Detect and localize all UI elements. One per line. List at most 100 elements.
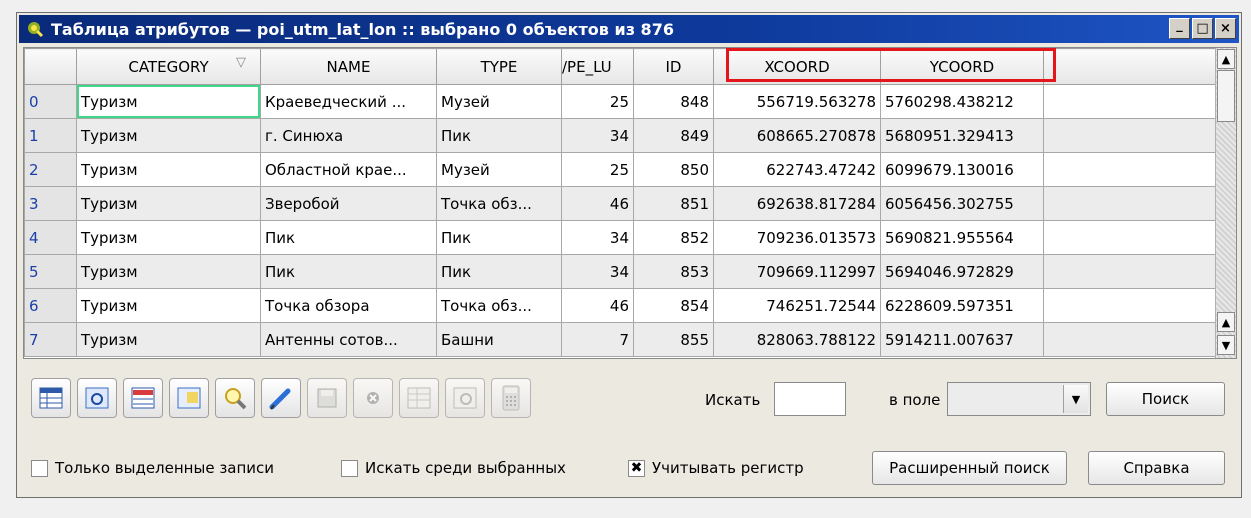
cell-name[interactable]: Областной крае... [260, 152, 437, 187]
cell-xcoord[interactable]: 608665.270878 [713, 118, 881, 153]
cell-type-lu[interactable]: 46 [561, 186, 634, 221]
cell-ycoord[interactable]: 5690821.955564 [880, 220, 1044, 255]
delete-features-button[interactable] [353, 378, 393, 418]
only-selected-checkbox[interactable]: Только выделенные записи [31, 459, 274, 477]
toggle-editing-button[interactable] [261, 378, 301, 418]
cell-id[interactable]: 853 [633, 254, 714, 289]
cell-ycoord[interactable]: 5694046.972829 [880, 254, 1044, 289]
cell-category[interactable]: Туризм [76, 220, 261, 255]
column-header-type[interactable]: TYPE [436, 48, 562, 85]
cell-xcoord[interactable]: 622743.47242 [713, 152, 881, 187]
move-selection-top-button[interactable] [123, 378, 163, 418]
cell-category[interactable]: Туризм [76, 254, 261, 289]
cell-name[interactable]: г. Синюха [260, 118, 437, 153]
cell-xcoord[interactable]: 556719.563278 [713, 84, 881, 119]
scroll-up-button[interactable]: ▲ [1217, 49, 1235, 69]
row-header[interactable]: 4 [24, 220, 77, 255]
cell-type[interactable]: Пик [436, 220, 562, 255]
zoom-map-button[interactable] [215, 378, 255, 418]
invert-selection-button[interactable] [169, 378, 209, 418]
column-header-type-lu[interactable]: /PE_LU [561, 48, 634, 85]
cell-xcoord[interactable]: 709236.013573 [713, 220, 881, 255]
cell-xcoord[interactable]: 746251.72544 [713, 288, 881, 323]
search-input[interactable] [774, 382, 846, 416]
cell-type[interactable]: Пик [436, 118, 562, 153]
cell-category[interactable]: Туризм [76, 118, 261, 153]
help-button[interactable]: Справка [1088, 451, 1225, 485]
cell-name[interactable]: Точка обзора [260, 288, 437, 323]
cell-ycoord[interactable]: 5914211.007637 [880, 322, 1044, 357]
maximize-button[interactable]: □ [1192, 18, 1213, 39]
row-header[interactable]: 1 [24, 118, 77, 153]
save-edits-button[interactable] [307, 378, 347, 418]
case-sensitive-checkbox[interactable]: ✖ Учитывать регистр [628, 459, 804, 477]
cell-id[interactable]: 849 [633, 118, 714, 153]
case-sensitive-box[interactable]: ✖ [628, 459, 645, 477]
table-row[interactable]: 3 Туризм Зверобой Точка обз... 46 851 692638.8… [24, 186, 1216, 221]
table-row[interactable]: 4 Туризм Пик Пик 34 852 709236.013573 5690821.9… [24, 220, 1216, 255]
cell-ycoord[interactable]: 5680951.329413 [880, 118, 1044, 153]
cell-type[interactable]: Музей [436, 84, 562, 119]
row-header[interactable]: 6 [24, 288, 77, 323]
scroll-up-button-lower[interactable]: ▲ [1217, 312, 1235, 332]
cell-category[interactable]: Туризм [76, 84, 261, 119]
vertical-scrollbar[interactable]: ▲ ▲ ▼ [1215, 48, 1236, 358]
table-row[interactable]: 6 Туризм Точка обзора Точка обз... 46 854 7462… [24, 288, 1216, 323]
column-header-xcoord[interactable]: XCOORD [713, 48, 881, 85]
search-selected-box[interactable] [341, 459, 358, 477]
cell-ycoord[interactable]: 6228609.597351 [880, 288, 1044, 323]
cell-ycoord[interactable]: 6099679.130016 [880, 152, 1044, 187]
zoom-to-selection-button[interactable] [77, 378, 117, 418]
cell-name[interactable]: Пик [260, 254, 437, 289]
cell-type-lu[interactable]: 34 [561, 254, 634, 289]
row-header[interactable]: 5 [24, 254, 77, 289]
cell-category[interactable]: Туризм [76, 186, 261, 221]
column-header-id[interactable]: ID [633, 48, 714, 85]
cell-type-lu[interactable]: 34 [561, 220, 634, 255]
corner-header[interactable] [24, 48, 77, 85]
attribute-table[interactable]: CATEGORY ▽ NAME TYPE /PE_LU ID XCOORD YCO… [23, 47, 1237, 359]
delete-column-button[interactable] [445, 378, 485, 418]
cell-name[interactable]: Краеведческий ... [260, 84, 437, 119]
cell-type-lu[interactable]: 46 [561, 288, 634, 323]
scroll-down-button[interactable]: ▼ [1217, 335, 1235, 355]
table-row[interactable]: 7 Туризм Антенны сотов... Башни 7 855 828063.7… [24, 322, 1216, 357]
row-header[interactable]: 7 [24, 322, 77, 357]
table-row[interactable]: 2 Туризм Областной крае... Музей 25 850 622743… [24, 152, 1216, 187]
close-button[interactable]: × [1215, 18, 1236, 39]
row-header[interactable]: 3 [24, 186, 77, 221]
cell-xcoord[interactable]: 709669.112997 [713, 254, 881, 289]
cell-id[interactable]: 852 [633, 220, 714, 255]
table-row[interactable]: 0 Туризм Краеведческий ... Музей 25 848 556719… [24, 84, 1216, 119]
cell-id[interactable]: 850 [633, 152, 714, 187]
cell-type[interactable]: Музей [436, 152, 562, 187]
table-row[interactable]: 1 Туризм г. Синюха Пик 34 849 608665.270878 568… [24, 118, 1216, 153]
field-select[interactable]: ▼ [947, 382, 1091, 416]
cell-type[interactable]: Точка обз... [436, 186, 562, 221]
cell-id[interactable]: 851 [633, 186, 714, 221]
cell-name[interactable]: Пик [260, 220, 437, 255]
column-header-ycoord[interactable]: YCOORD [880, 48, 1044, 85]
cell-type-lu[interactable]: 25 [561, 152, 634, 187]
cell-name[interactable]: Антенны сотов... [260, 322, 437, 357]
row-header[interactable]: 2 [24, 152, 77, 187]
cell-ycoord[interactable]: 5760298.438212 [880, 84, 1044, 119]
search-button[interactable]: Поиск [1106, 382, 1225, 416]
row-header[interactable]: 0 [24, 84, 77, 119]
cell-type-lu[interactable]: 34 [561, 118, 634, 153]
field-calculator-button[interactable] [491, 378, 531, 418]
cell-category[interactable]: Туризм [76, 288, 261, 323]
show-table-button[interactable] [31, 378, 71, 418]
cell-type-lu[interactable]: 7 [561, 322, 634, 357]
cell-name[interactable]: Зверобой [260, 186, 437, 221]
table-row[interactable]: 5 Туризм Пик Пик 34 853 709669.112997 5694046.9… [24, 254, 1216, 289]
new-column-button[interactable] [399, 378, 439, 418]
advanced-search-button[interactable]: Расширенный поиск [872, 451, 1067, 485]
cell-id[interactable]: 855 [633, 322, 714, 357]
cell-id[interactable]: 854 [633, 288, 714, 323]
cell-type[interactable]: Пик [436, 254, 562, 289]
cell-type[interactable]: Башни [436, 322, 562, 357]
cell-type[interactable]: Точка обз... [436, 288, 562, 323]
cell-ycoord[interactable]: 6056456.302755 [880, 186, 1044, 221]
title-bar[interactable]: Таблица атрибутов — poi_utm_lat_lon :: в… [19, 15, 1239, 43]
